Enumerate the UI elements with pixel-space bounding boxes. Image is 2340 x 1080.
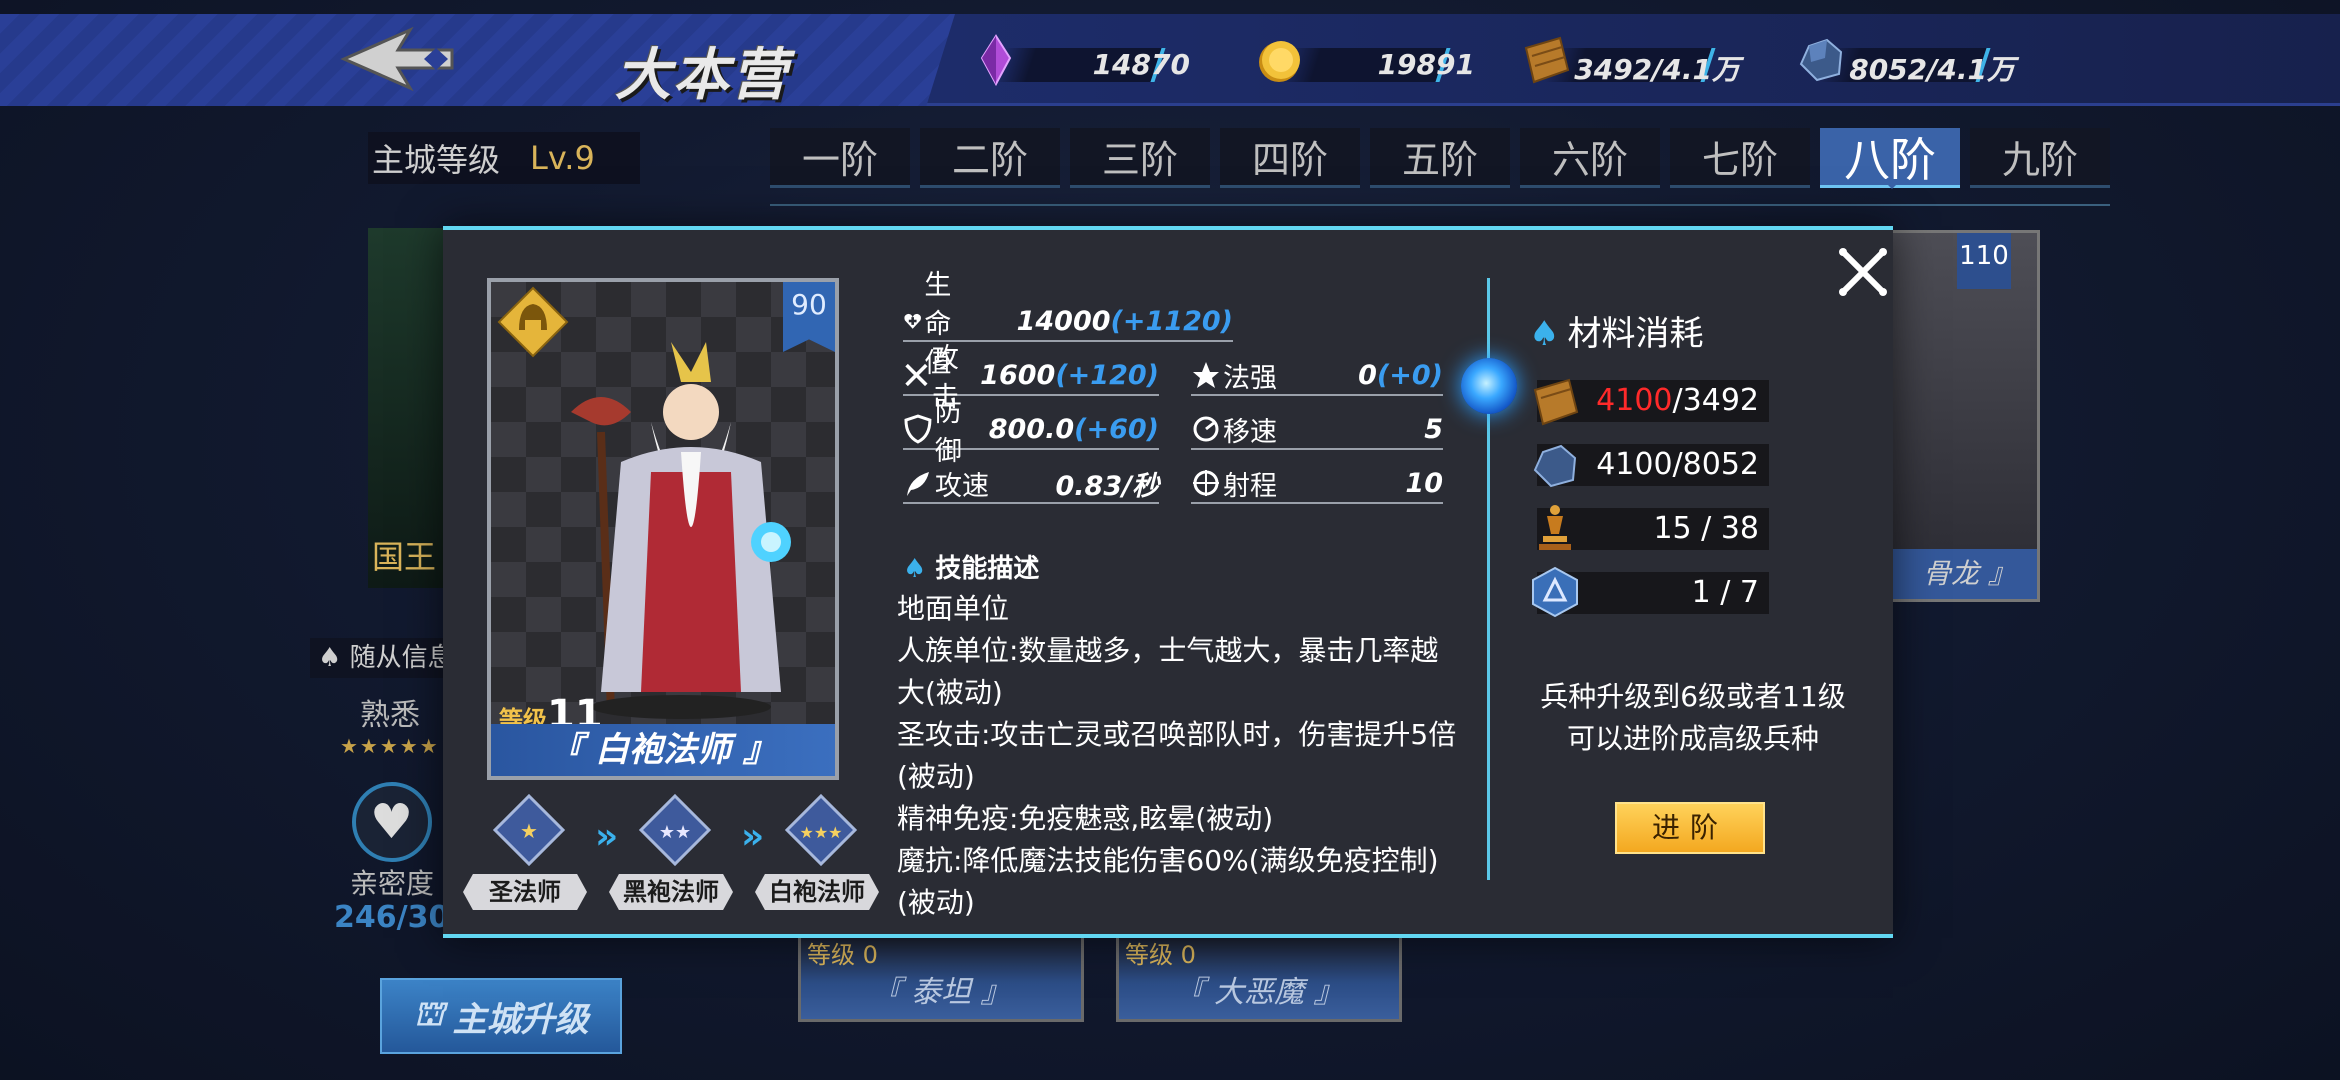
spade-icon: ♠ xyxy=(1529,314,1560,354)
chess-piece-icon xyxy=(1539,505,1571,550)
unit-card-name: 『 大恶魔 』 xyxy=(1174,975,1344,1010)
unit-detail-modal: 90 等级11 『 白袍法师 』 ★ 圣法师 » ★★ 黑袍法师 » ★★★ 白… xyxy=(443,226,1893,938)
one-star-badge-icon: ★ xyxy=(493,794,565,866)
svg-text:★: ★ xyxy=(520,819,538,843)
blue-rune-icon xyxy=(1532,566,1578,618)
svg-text:★★★: ★★★ xyxy=(799,823,842,842)
unit-card-bone-dragon[interactable]: 110 骨龙 』 xyxy=(1890,230,2040,602)
skills-list: 地面单位 人族单位:数量越多，士气越大，暴击几率越大(被动) 圣攻击:攻击亡灵或… xyxy=(897,588,1457,924)
evolution-stage-3[interactable]: ★★★ 白袍法师 xyxy=(755,790,885,910)
gold-coin-icon xyxy=(1259,41,1300,82)
stat-attack-speed: 攻速 0.83/秒 xyxy=(903,464,1159,504)
city-level-panel: 主城等级 Lv.9 xyxy=(368,132,640,184)
purple-crystal-icon xyxy=(980,34,1012,86)
stat-move-speed: 移速 5 xyxy=(1191,410,1443,450)
evolve-button[interactable]: 进阶 xyxy=(1615,802,1765,854)
crossed-swords-icon xyxy=(905,363,928,387)
heart-plus-icon xyxy=(904,313,921,329)
three-star-badge-icon: ★★★ xyxy=(785,794,857,866)
wood-plank-icon xyxy=(1533,378,1579,426)
unit-card-king-name: 国王 xyxy=(372,538,437,576)
evolution-stage-2-name: 黑袍法师 xyxy=(609,874,733,910)
crosshair-icon xyxy=(1193,470,1219,496)
skills-heading: ♠ 技能描述 xyxy=(903,554,1040,584)
tier-underline xyxy=(770,204,2110,206)
castle-icon: ⛫ xyxy=(413,993,445,1034)
resource-gold[interactable]: 19891 xyxy=(1255,34,1485,86)
tab-tier-4[interactable]: 四阶 xyxy=(1220,128,1360,188)
tab-tier-3[interactable]: 三阶 xyxy=(1070,128,1210,188)
unit-portrait: 90 等级11 『 白袍法师 』 xyxy=(487,278,839,780)
spell-power-icon xyxy=(1193,362,1219,388)
white-robe-mage-figure xyxy=(571,342,791,719)
spade-icon: ♠ xyxy=(903,554,927,584)
intimacy-button[interactable]: ♥ xyxy=(352,782,432,862)
tier-tabs: 一阶 二阶 三阶 四阶 五阶 六阶 七阶 八阶 九阶 xyxy=(770,128,2110,208)
skill-item: 地面单位 xyxy=(897,592,1010,625)
unit-card-level-badge: 110 xyxy=(1957,233,2011,289)
title-banner xyxy=(0,14,955,106)
familiarity-label: 熟悉 xyxy=(360,698,420,733)
feather-icon xyxy=(907,472,929,496)
two-star-badge-icon: ★★ xyxy=(639,794,711,866)
tab-tier-1[interactable]: 一阶 xyxy=(770,128,910,188)
tab-tier-2[interactable]: 二阶 xyxy=(920,128,1060,188)
resource-ore[interactable]: 8052/4.1万 xyxy=(1795,34,2025,86)
close-icon[interactable] xyxy=(1833,242,1893,302)
follower-info-label: ♠ 随从信息 xyxy=(310,638,450,678)
svg-text:★★: ★★ xyxy=(659,822,691,843)
resource-crystal[interactable]: 14870 xyxy=(970,34,1200,86)
city-upgrade-button[interactable]: ⛫ 主城升级 xyxy=(380,978,622,1054)
ore-stone-icon xyxy=(1799,38,1843,82)
blue-orb-icon xyxy=(1461,358,1517,414)
intimacy-label: 亲密度 xyxy=(350,867,435,900)
wood-plank-icon xyxy=(1524,36,1570,84)
stat-spell-power: 法强 0(+0) xyxy=(1191,356,1443,396)
page-title: 大本营 xyxy=(615,43,789,108)
unit-card-level: 等级 0 xyxy=(807,941,878,969)
tab-tier-9[interactable]: 九阶 xyxy=(1970,128,2110,188)
back-arrow-icon[interactable] xyxy=(340,24,460,94)
unit-card-king[interactable]: 国王 xyxy=(368,228,448,588)
evolution-stage-2[interactable]: ★★ 黑袍法师 xyxy=(609,790,739,910)
shield-icon xyxy=(904,414,932,444)
unit-card-titan[interactable]: 等级 0 『 泰坦 』 xyxy=(798,926,1084,1022)
evolution-chain: ★ 圣法师 » ★★ 黑袍法师 » ★★★ 白袍法师 xyxy=(463,790,933,910)
skill-item: 圣攻击:攻击亡灵或召唤部队时，伤害提升5倍(被动) xyxy=(897,718,1457,793)
evolution-stage-3-name: 白袍法师 xyxy=(755,874,879,910)
city-upgrade-label: 主城升级 xyxy=(452,999,589,1040)
skill-item: 人族单位:数量越多，士气越大，暴击几率越大(被动) xyxy=(897,634,1439,709)
stat-defense: 防御 800.0(+60) xyxy=(903,397,1159,467)
unit-card-archdemon[interactable]: 等级 0 『 大恶魔 』 xyxy=(1116,926,1402,1022)
ore-stone-icon xyxy=(1533,444,1577,488)
resource-wood[interactable]: 3492/4.1万 xyxy=(1520,34,1750,86)
unit-name: 『 白袍法师 』 xyxy=(491,724,835,776)
city-level-label: 主城等级 xyxy=(372,141,501,179)
unit-card-name: 『 泰坦 』 xyxy=(871,975,1011,1010)
familiarity-stars: ★★★★★ xyxy=(340,734,440,758)
tab-tier-8[interactable]: 八阶 xyxy=(1820,128,1960,189)
unit-card-level: 等级 0 xyxy=(1125,941,1196,969)
stat-range: 射程 10 xyxy=(1191,464,1443,504)
unit-card-bone-dragon-name: 骨龙 』 xyxy=(1893,549,2037,599)
evolution-stage-1-name: 圣法师 xyxy=(463,874,587,910)
skill-item: 精神免疫:免疫魅惑,眩晕(被动) xyxy=(897,802,1274,835)
tab-tier-5[interactable]: 五阶 xyxy=(1370,128,1510,188)
materials-title: ♠ 材料消耗 xyxy=(1529,314,1704,354)
evolve-note: 兵种升级到6级或者11级 可以进阶成高级兵种 xyxy=(1540,680,1846,755)
tab-tier-7[interactable]: 七阶 xyxy=(1670,128,1810,188)
city-level-value: Lv.9 xyxy=(530,139,595,177)
speed-icon xyxy=(1193,416,1219,442)
evolution-stage-1[interactable]: ★ 圣法师 xyxy=(463,790,593,910)
skill-item: 魔抗:降低魔法技能伤害60%(满级免疫控制)(被动) xyxy=(897,844,1439,919)
tab-tier-6[interactable]: 六阶 xyxy=(1520,128,1660,188)
top-bar: 大本营 14870 19891 3492/4.1万 8052/4.1万 xyxy=(0,14,2340,108)
heart-icon: ♥ xyxy=(370,794,414,850)
